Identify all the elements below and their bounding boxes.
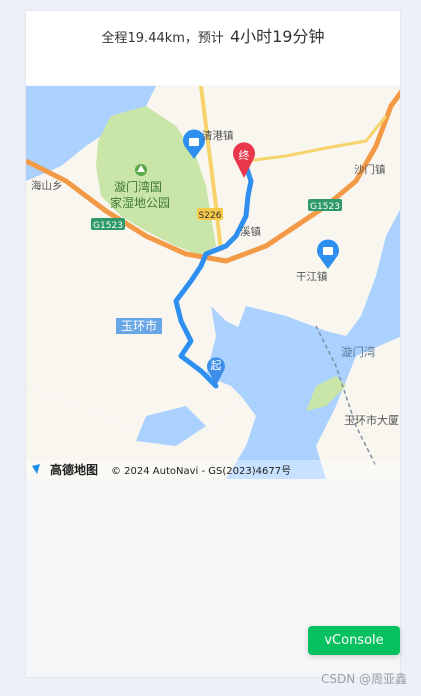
- road-badge-g1523-left: G1523: [91, 218, 125, 231]
- road-badge-s226: S226: [197, 208, 223, 221]
- label-haishan: 海山乡: [31, 179, 63, 192]
- route-summary-header: 全程19.44km，预计 4小时19分钟: [26, 11, 400, 85]
- road-badge-g1523-right: G1523: [308, 199, 342, 212]
- map-canvas[interactable]: 起 终 清港镇 沙门镇 海山乡 漩门湾国 家湿地公园 溪镇 干江镇 玉环市 漩门…: [26, 86, 401, 479]
- route-map[interactable]: 起 终 清港镇 沙门镇 海山乡 漩门湾国 家湿地公园 溪镇 干江镇 玉环市 漩门…: [26, 86, 401, 479]
- label-wetland-line1: 漩门湾国: [114, 179, 162, 194]
- csdn-watermark: CSDN @周亚鑫: [320, 672, 407, 686]
- park-icon: [135, 164, 147, 176]
- label-yuhuan-city: 玉环市: [121, 318, 157, 333]
- svg-text:G1523: G1523: [310, 202, 340, 212]
- label-qinggang: 清港镇: [202, 129, 234, 142]
- label-xuanmenwan: 漩门湾: [341, 345, 376, 359]
- label-wetland-line2: 家湿地公园: [110, 195, 170, 210]
- label-ganjiang: 干江镇: [296, 270, 328, 283]
- end-marker-label: 终: [239, 148, 250, 162]
- start-marker-label: 起: [211, 359, 222, 372]
- label-yuhuan-bridge: 玉环市大厦: [344, 413, 399, 427]
- svg-text:G1523: G1523: [93, 221, 123, 231]
- label-shamen: 沙门镇: [354, 163, 386, 176]
- page-card: 全程19.44km，预计 4小时19分钟 起 终 清港镇 沙门镇 海山乡 漩门湾…: [25, 10, 401, 678]
- map-copyright: © 2024 AutoNavi - GS(2023)4677号: [111, 465, 291, 477]
- vconsole-button[interactable]: vConsole: [308, 626, 400, 655]
- amap-logo-text: 高德地图: [50, 462, 98, 477]
- route-distance: 全程19.44km，预计: [101, 31, 224, 46]
- svg-text:S226: S226: [199, 211, 222, 221]
- route-summary: 全程19.44km，预计 4小时19分钟: [26, 23, 400, 47]
- label-kanmen: 溪镇: [240, 225, 261, 238]
- route-duration: 4小时19分钟: [229, 27, 325, 46]
